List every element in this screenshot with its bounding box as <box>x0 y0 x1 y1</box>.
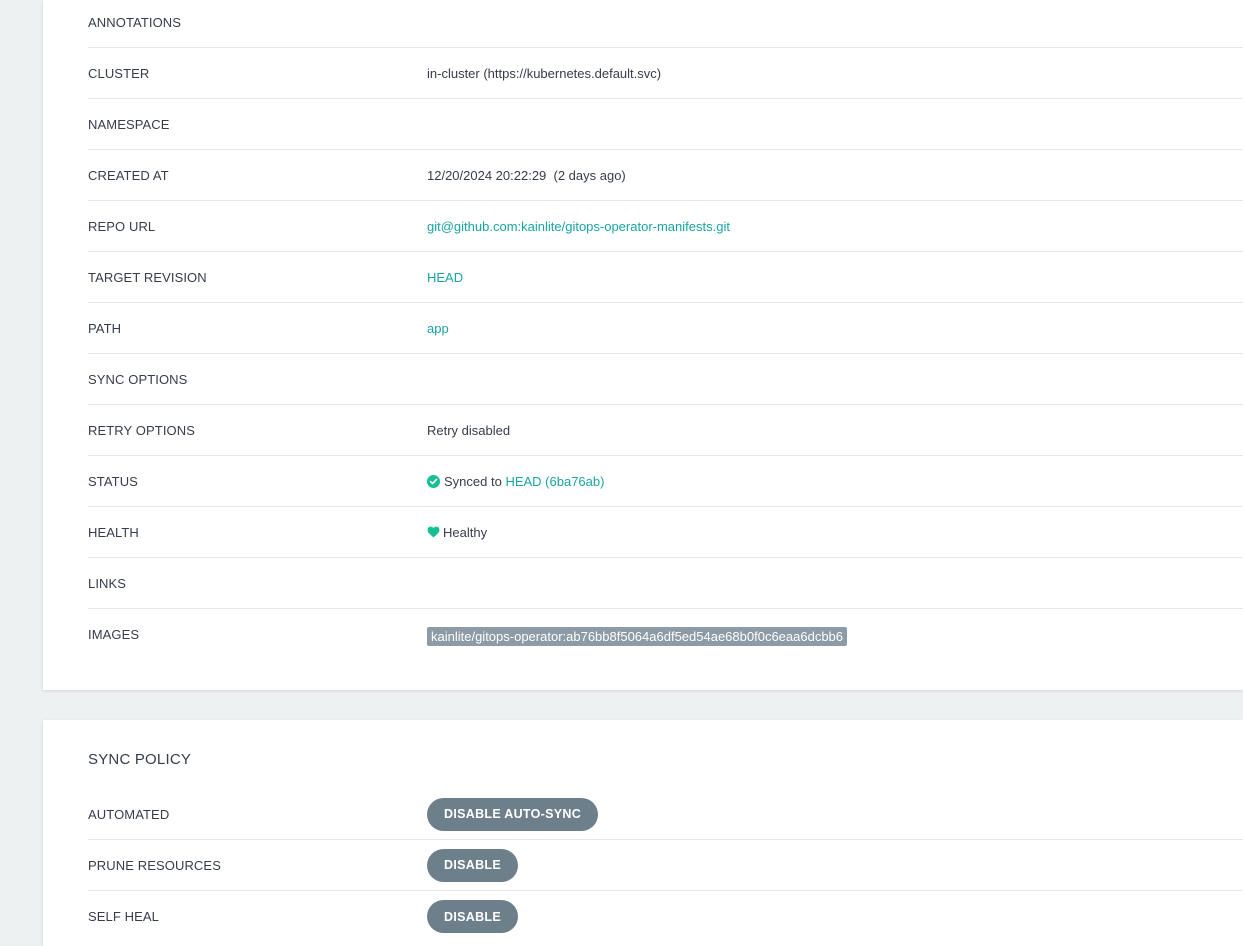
sync-policy-card: SYNC POLICY AUTOMATED DISABLE AUTO-SYNC … <box>43 720 1243 946</box>
row-target-revision: TARGET REVISION HEAD <box>88 252 1243 303</box>
row-namespace: NAMESPACE <box>88 99 1243 150</box>
disable-prune-button[interactable]: DISABLE <box>427 848 518 882</box>
retry-options-label: RETRY OPTIONS <box>88 422 196 438</box>
row-cluster: CLUSTER in-cluster (https://kubernetes.d… <box>88 48 1243 99</box>
row-created-at: CREATED AT 12/20/2024 20:22:29 (2 days a… <box>88 150 1243 201</box>
images-label: IMAGES <box>88 627 140 642</box>
row-retry-options: RETRY OPTIONS Retry disabled <box>88 405 1243 456</box>
row-sync-options: SYNC OPTIONS <box>88 354 1243 405</box>
self-heal-label: SELF HEAL <box>88 909 159 924</box>
path-label: PATH <box>88 320 122 336</box>
cluster-value: in-cluster (https://kubernetes.default.s… <box>427 65 662 81</box>
row-automated: AUTOMATED DISABLE AUTO-SYNC <box>88 789 1243 840</box>
status-value: Synced to HEAD (6ba76ab) <box>427 456 604 506</box>
row-prune-resources: PRUNE RESOURCES DISABLE <box>88 840 1243 891</box>
annotations-label: ANNOTATIONS <box>88 14 182 30</box>
repo-url-label: REPO URL <box>88 218 156 234</box>
path-link[interactable]: app <box>427 321 449 336</box>
heart-icon <box>427 526 440 538</box>
summary-card: ANNOTATIONS CLUSTER in-cluster (https://… <box>43 0 1243 690</box>
repo-url-link[interactable]: git@github.com:kainlite/gitops-operator-… <box>427 219 730 234</box>
status-revision-link[interactable]: HEAD (6ba76ab) <box>505 474 604 489</box>
retry-options-value: Retry disabled <box>427 422 511 438</box>
namespace-label: NAMESPACE <box>88 116 170 132</box>
row-repo-url: REPO URL git@github.com:kainlite/gitops-… <box>88 201 1243 252</box>
status-label: STATUS <box>88 473 138 489</box>
image-tag: kainlite/gitops-operator:ab76bb8f5064a6d… <box>427 627 848 646</box>
images-value: kainlite/gitops-operator:ab76bb8f5064a6d… <box>427 609 848 660</box>
check-circle-icon <box>427 474 440 488</box>
cluster-label: CLUSTER <box>88 65 150 81</box>
row-self-heal: SELF HEAL DISABLE <box>88 891 1243 942</box>
disable-auto-sync-button[interactable]: DISABLE AUTO-SYNC <box>427 797 599 831</box>
health-value: Healthy <box>427 507 487 557</box>
sync-policy-title: SYNC POLICY <box>88 751 192 768</box>
target-revision-label: TARGET REVISION <box>88 269 207 285</box>
prune-resources-label: PRUNE RESOURCES <box>88 857 221 873</box>
automated-label: AUTOMATED <box>88 806 170 822</box>
row-status: STATUS Synced to HEAD (6ba76ab) <box>88 456 1243 507</box>
row-annotations: ANNOTATIONS <box>88 0 1243 48</box>
health-label: HEALTH <box>88 524 139 540</box>
created-at-value: 12/20/2024 20:22:29 (2 days ago) <box>427 167 626 183</box>
links-label: LINKS <box>88 575 127 591</box>
row-path: PATH app <box>88 303 1243 354</box>
sync-options-label: SYNC OPTIONS <box>88 371 188 387</box>
created-at-label: CREATED AT <box>88 167 169 183</box>
row-links: LINKS <box>88 558 1243 609</box>
disable-self-heal-button[interactable]: DISABLE <box>427 900 518 933</box>
row-images: IMAGES kainlite/gitops-operator:ab76bb8f… <box>88 609 1243 660</box>
target-revision-link[interactable]: HEAD <box>427 270 463 285</box>
status-text: Synced to <box>444 473 502 489</box>
health-text: Healthy <box>443 524 488 540</box>
row-health: HEALTH Healthy <box>88 507 1243 558</box>
